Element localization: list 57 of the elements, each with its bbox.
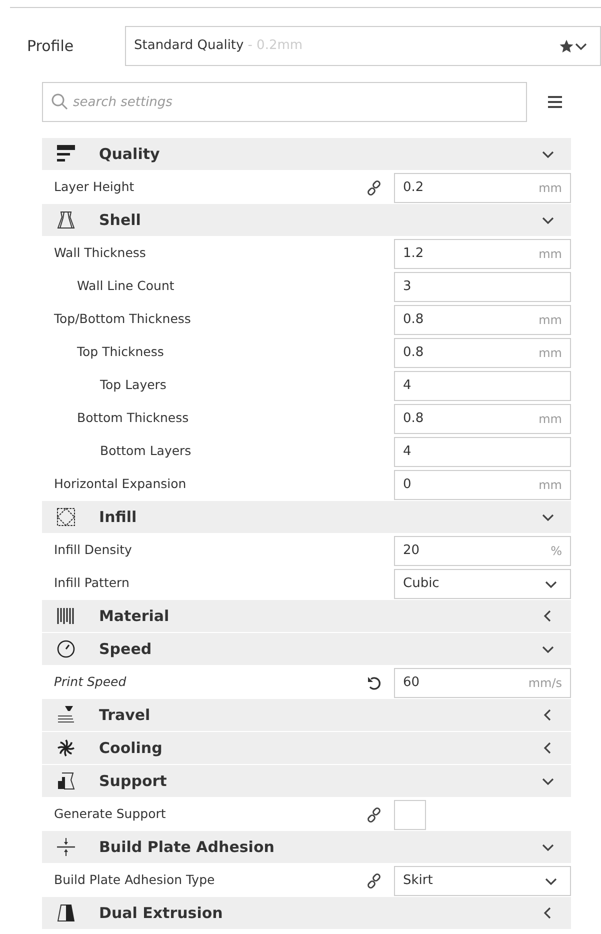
dropdown[interactable]: Skirt xyxy=(394,866,571,896)
search-icon xyxy=(51,93,69,111)
setting-label: Print Speed xyxy=(53,673,128,692)
setting-label: Wall Thickness xyxy=(53,244,147,262)
number-field[interactable]: 0.8 mm xyxy=(394,304,571,334)
number-field[interactable]: 4 xyxy=(394,370,571,400)
setting-label: Infill Density xyxy=(53,541,133,560)
number-field[interactable]: 0.2 mm xyxy=(394,172,571,202)
number-field[interactable]: 60 mm/s xyxy=(394,668,571,698)
link-icon[interactable] xyxy=(366,806,382,822)
section-header[interactable]: Material xyxy=(42,600,571,633)
plate-adhesion-icon xyxy=(56,837,76,857)
section-header[interactable]: Travel xyxy=(42,699,571,732)
setting-label: Infill Pattern xyxy=(53,574,130,592)
number-field[interactable]: 4 xyxy=(394,436,571,466)
setting-label: Bottom Layers xyxy=(99,442,192,460)
number-field[interactable]: 1.2 mm xyxy=(394,238,571,268)
setting-label: Bottom Thickness xyxy=(76,409,190,428)
section-header[interactable]: Speed xyxy=(42,633,571,666)
reset-icon[interactable] xyxy=(366,674,382,690)
search-field[interactable]: search settings xyxy=(42,82,527,122)
fan-icon xyxy=(56,738,76,758)
menu-icon[interactable] xyxy=(547,95,563,109)
setting-label: Layer Height xyxy=(53,178,136,196)
link-icon[interactable] xyxy=(366,872,382,888)
section-header[interactable]: Infill xyxy=(42,501,571,534)
section-header[interactable]: Support xyxy=(42,765,571,798)
support-icon xyxy=(56,771,76,791)
grid-pattern-icon xyxy=(56,507,76,527)
link-icon[interactable] xyxy=(366,180,382,196)
star-icon xyxy=(559,38,574,54)
setting-label: Generate Support xyxy=(53,805,167,824)
setting-label: Top/Bottom Thickness xyxy=(53,310,192,328)
section-header[interactable]: Dual Extrusion xyxy=(42,897,571,930)
setting-label: Build Plate Adhesion Type xyxy=(53,871,216,890)
section-header[interactable]: Build Plate Adhesion xyxy=(42,831,571,864)
gauge-icon xyxy=(56,639,76,659)
section-header[interactable]: Shell xyxy=(42,204,571,237)
number-field[interactable]: 0.8 mm xyxy=(394,338,571,368)
nozzle-icon xyxy=(56,705,76,725)
number-field[interactable]: 20 % xyxy=(394,536,571,566)
checkbox[interactable] xyxy=(394,800,426,830)
vase-icon xyxy=(56,210,76,230)
setting-label: Top Layers xyxy=(99,376,168,394)
dropdown[interactable]: Cubic xyxy=(394,568,571,598)
setting-label: Wall Line Count xyxy=(76,277,176,296)
filament-icon xyxy=(56,606,76,626)
setting-label: Top Thickness xyxy=(76,343,165,362)
number-field[interactable]: 0.8 mm xyxy=(394,404,571,434)
profile-label: Profile xyxy=(26,36,75,57)
setting-label: Horizontal Expansion xyxy=(53,475,188,494)
number-field[interactable]: 0 mm xyxy=(394,470,571,500)
section-header[interactable]: Cooling xyxy=(42,732,571,765)
section-header[interactable]: Quality xyxy=(42,138,571,171)
layers-icon xyxy=(56,144,76,164)
dual-nozzle-icon xyxy=(56,903,76,923)
number-field[interactable]: 3 xyxy=(394,272,571,302)
